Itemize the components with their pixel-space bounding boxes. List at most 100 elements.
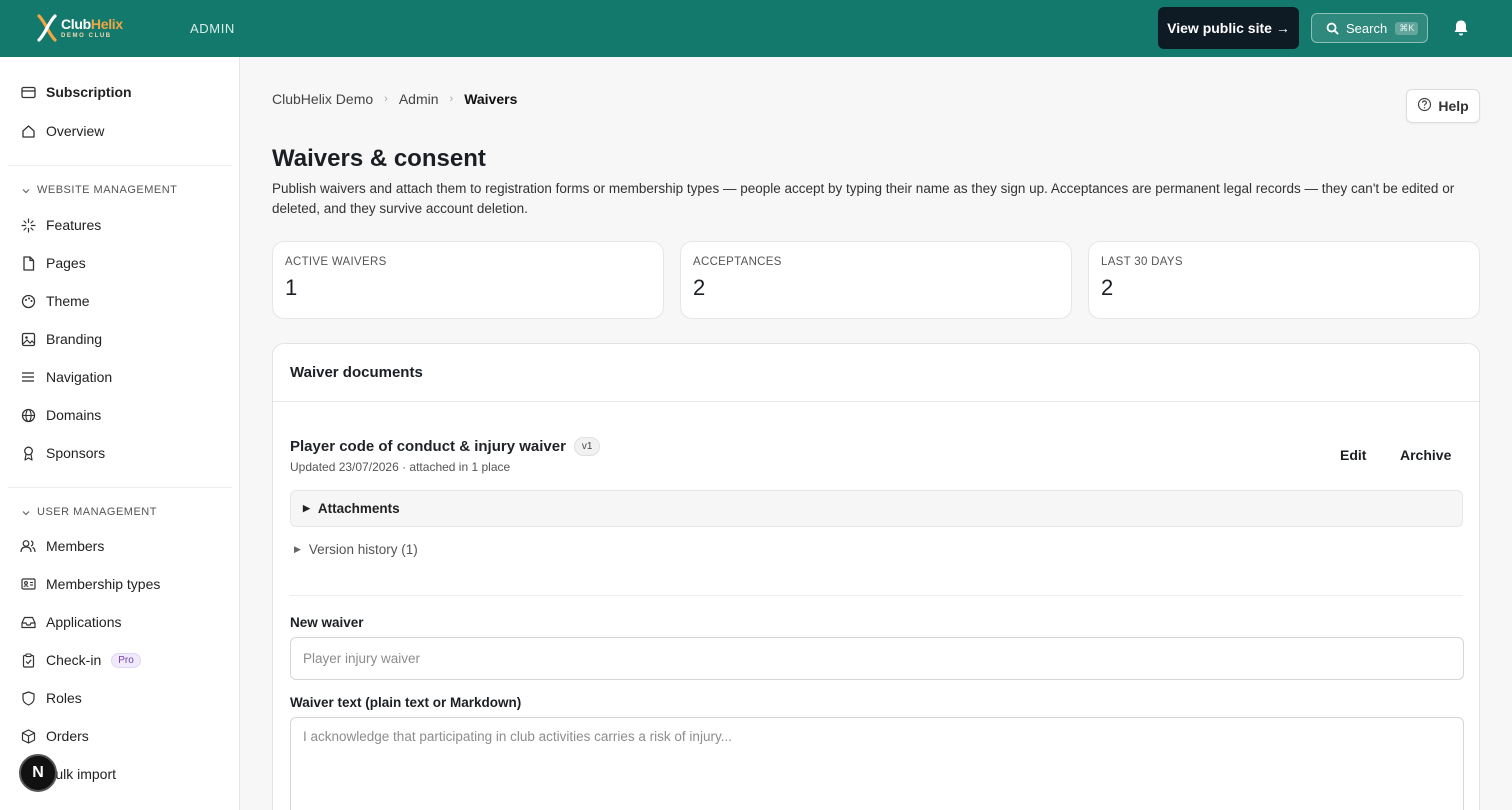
sidebar-item-pages[interactable]: Pages	[20, 251, 86, 275]
box-icon	[20, 728, 36, 744]
sidebar-item-label: Orders	[46, 728, 89, 744]
breadcrumb-item-home[interactable]: ClubHelix Demo	[272, 91, 373, 107]
breadcrumb-item-admin[interactable]: Admin	[399, 91, 439, 107]
waiver-text-input[interactable]	[290, 717, 1464, 810]
sidebar-item-label: Theme	[46, 293, 90, 309]
sidebar-item-label: Navigation	[46, 369, 113, 385]
sparkle-icon	[20, 217, 36, 233]
attachments-label: Attachments	[317, 501, 400, 516]
search-label: Search	[1346, 20, 1388, 36]
sidebar-item-check-in[interactable]: Check-in Pro	[20, 648, 141, 672]
sidebar-item-overview[interactable]: Overview	[20, 119, 104, 143]
chevron-down-icon	[22, 186, 30, 194]
palette-icon	[20, 293, 36, 309]
sidebar-item-label: Features	[46, 217, 102, 233]
sidebar-item-label: Sponsors	[46, 445, 106, 461]
attachments-toggle[interactable]: ▶ Attachments	[290, 490, 1463, 527]
sidebar-item-features[interactable]: Features	[20, 213, 101, 237]
triangle-right-icon: ▶	[303, 503, 310, 513]
chevron-down-icon	[22, 508, 30, 516]
sidebar-item-label: Applications	[46, 614, 122, 630]
stat-label: LAST 30 DAYS	[1101, 256, 1183, 268]
triangle-right-icon: ▶	[294, 544, 301, 554]
logo-helix-icon	[36, 14, 58, 42]
sidebar-item-sponsors[interactable]: Sponsors	[20, 441, 105, 465]
section-title: USER MANAGEMENT	[37, 506, 157, 518]
bell-icon[interactable]	[1451, 18, 1471, 38]
sidebar-divider	[8, 487, 232, 488]
new-waiver-label: New waiver	[290, 615, 364, 630]
sidebar-item-applications[interactable]: Applications	[20, 610, 122, 634]
sidebar-item-label: Membership types	[46, 576, 161, 592]
sidebar-item-label: Check-in	[46, 652, 102, 668]
search-shortcut: ⌘K	[1395, 21, 1419, 35]
sidebar-item-theme[interactable]: Theme	[20, 289, 90, 313]
admin-label: ADMIN	[190, 21, 235, 36]
help-label: Help	[1438, 98, 1469, 114]
section-user-management[interactable]: USER MANAGEMENT	[22, 506, 157, 518]
search-icon	[1326, 22, 1339, 35]
sidebar-item-orders[interactable]: Orders	[20, 724, 89, 748]
stat-card-active-waivers: ACTIVE WAIVERS 1	[272, 241, 664, 319]
waiver-title-text: Player code of conduct & injury waiver	[290, 438, 566, 455]
sidebar-item-label: Roles	[46, 690, 82, 706]
users-icon	[20, 538, 36, 554]
sidebar-item-label: Subscription	[46, 84, 132, 100]
stat-value: 2	[1101, 275, 1114, 300]
file-icon	[20, 255, 36, 271]
panel-title: Waiver documents	[273, 344, 1479, 402]
clipboard-check-icon	[20, 652, 36, 668]
sidebar-item-subscription[interactable]: Subscription	[20, 80, 132, 104]
menu-icon	[20, 369, 36, 385]
version-history-toggle[interactable]: ▶ Version history (1)	[294, 542, 418, 557]
sidebar-item-branding[interactable]: Branding	[20, 327, 102, 351]
image-icon	[20, 331, 36, 347]
club-logo[interactable]: ClubHelix DEMO CLUB	[36, 14, 123, 42]
stat-label: ACTIVE WAIVERS	[285, 256, 387, 268]
sidebar-item-membership-types[interactable]: Membership types	[20, 572, 160, 596]
sidebar-item-label: Overview	[46, 123, 105, 139]
waiver-meta: Updated 23/07/2026 · attached in 1 place	[290, 460, 511, 474]
waiver-name-input[interactable]	[290, 637, 1464, 680]
dev-tools-avatar[interactable]: N	[19, 754, 57, 792]
award-icon	[20, 445, 36, 461]
sidebar-item-label: Domains	[46, 407, 102, 423]
sidebar-item-members[interactable]: Members	[20, 534, 104, 558]
section-divider	[290, 595, 1463, 596]
logo-subtitle: DEMO CLUB	[61, 33, 112, 39]
stat-label: ACCEPTANCES	[693, 256, 782, 268]
sidebar-item-navigation[interactable]: Navigation	[20, 365, 112, 389]
home-icon	[20, 123, 36, 139]
help-button[interactable]: Help	[1406, 89, 1480, 123]
stat-value: 1	[285, 275, 298, 300]
archive-button[interactable]: Archive	[1400, 447, 1451, 463]
stat-value: 2	[693, 275, 706, 300]
sidebar-divider	[8, 165, 232, 166]
card-icon	[20, 84, 36, 100]
view-public-site-button[interactable]: View public site →	[1158, 7, 1299, 49]
waiver-title: Player code of conduct & injury waiver v…	[290, 437, 601, 456]
waiver-documents-panel: Waiver documents Player code of conduct …	[272, 343, 1480, 810]
search-button[interactable]: Search ⌘K	[1311, 13, 1428, 43]
id-card-icon	[20, 576, 36, 592]
section-title: WEBSITE MANAGEMENT	[37, 184, 178, 196]
help-circle-icon	[1417, 97, 1432, 115]
version-badge: v1	[573, 437, 601, 456]
globe-icon	[20, 407, 36, 423]
edit-button[interactable]: Edit	[1340, 447, 1366, 463]
breadcrumb-item-current: Waivers	[464, 91, 518, 107]
chevron-right-icon: ›	[384, 93, 388, 105]
stat-card-acceptances: ACCEPTANCES 2	[680, 241, 1072, 319]
section-website-management[interactable]: WEBSITE MANAGEMENT	[22, 184, 177, 196]
shield-icon	[20, 690, 36, 706]
sidebar-item-roles[interactable]: Roles	[20, 686, 82, 710]
inbox-icon	[20, 614, 36, 630]
page-title: Waivers & consent	[272, 145, 486, 172]
pro-badge: Pro	[111, 652, 141, 668]
chevron-right-icon: ›	[449, 93, 454, 105]
sidebar-item-domains[interactable]: Domains	[20, 403, 101, 427]
sidebar-item-label: Branding	[46, 331, 103, 347]
page-description: Publish waivers and attach them to regis…	[272, 181, 1455, 216]
top-bar: ClubHelix DEMO CLUB ADMIN View public si…	[0, 0, 1512, 57]
version-history-label: Version history (1)	[308, 542, 418, 557]
